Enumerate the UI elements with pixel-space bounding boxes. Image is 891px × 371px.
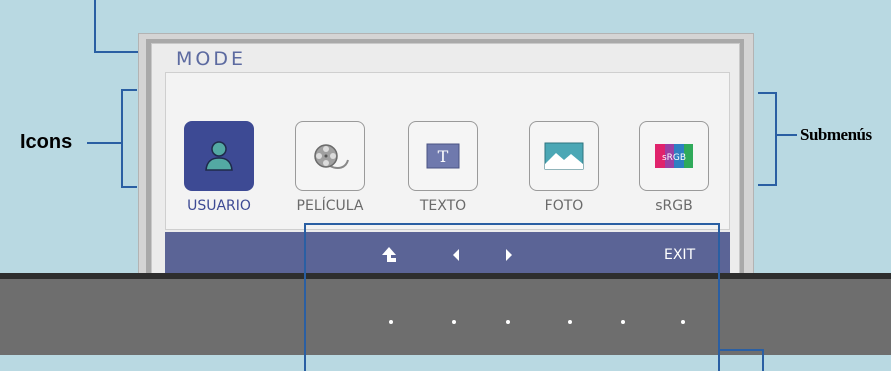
submenus-label: Submenús bbox=[800, 125, 872, 144]
srgb-badge-text: sRGB bbox=[662, 153, 686, 163]
icons-label: Icons bbox=[20, 131, 73, 153]
landscape-photo-icon bbox=[544, 142, 584, 170]
right-arrow-icon bbox=[506, 249, 512, 261]
icons-bracket-bottom bbox=[121, 186, 137, 188]
option-pelicula[interactable] bbox=[295, 121, 365, 191]
callout-box-bottom-tick bbox=[762, 349, 764, 371]
text-icon: T bbox=[426, 143, 460, 169]
monitor-front-panel bbox=[0, 279, 891, 355]
submenus-bracket-vertical bbox=[775, 92, 777, 186]
srgb-icon: sRGB bbox=[655, 144, 693, 168]
front-button-dot[interactable] bbox=[452, 320, 456, 324]
option-texto[interactable]: T bbox=[408, 121, 478, 191]
up-button[interactable] bbox=[381, 246, 397, 268]
option-srgb[interactable]: sRGB bbox=[639, 121, 709, 191]
exit-button[interactable]: EXIT bbox=[664, 247, 695, 263]
option-pelicula-label: PELÍCULA bbox=[296, 198, 364, 214]
icons-bracket-stem bbox=[87, 142, 121, 144]
up-arrow-icon bbox=[382, 247, 396, 262]
front-button-dot[interactable] bbox=[506, 320, 510, 324]
film-reel-icon bbox=[314, 144, 349, 169]
option-srgb-label: sRGB bbox=[655, 198, 693, 214]
svg-text:T: T bbox=[438, 147, 449, 166]
osd-title: MODE bbox=[176, 48, 246, 70]
callout-top-horizontal bbox=[94, 51, 138, 53]
left-button[interactable] bbox=[451, 248, 461, 266]
option-usuario[interactable] bbox=[184, 121, 254, 191]
user-icon bbox=[205, 141, 233, 171]
right-button[interactable] bbox=[504, 248, 514, 266]
front-button-dot[interactable] bbox=[568, 320, 572, 324]
option-texto-label: TEXTO bbox=[419, 198, 467, 214]
front-button-dot[interactable] bbox=[621, 320, 625, 324]
callout-box-left bbox=[304, 223, 306, 371]
callout-top-vertical bbox=[94, 0, 96, 52]
icons-bracket-top bbox=[121, 89, 137, 91]
icons-bracket-vertical bbox=[121, 89, 123, 188]
front-button-dot[interactable] bbox=[681, 320, 685, 324]
option-usuario-label: USUARIO bbox=[187, 198, 251, 214]
option-foto[interactable] bbox=[529, 121, 599, 191]
callout-box-top bbox=[304, 223, 720, 225]
submenus-bracket-stem bbox=[777, 134, 797, 136]
left-arrow-icon bbox=[453, 249, 459, 261]
submenus-bracket-bottom bbox=[758, 184, 776, 186]
callout-box-bottom-tab bbox=[718, 349, 764, 351]
front-button-dot[interactable] bbox=[389, 320, 393, 324]
option-foto-label: FOTO bbox=[544, 198, 584, 214]
submenus-bracket-top bbox=[758, 92, 776, 94]
osd-nav-bar bbox=[165, 232, 730, 278]
